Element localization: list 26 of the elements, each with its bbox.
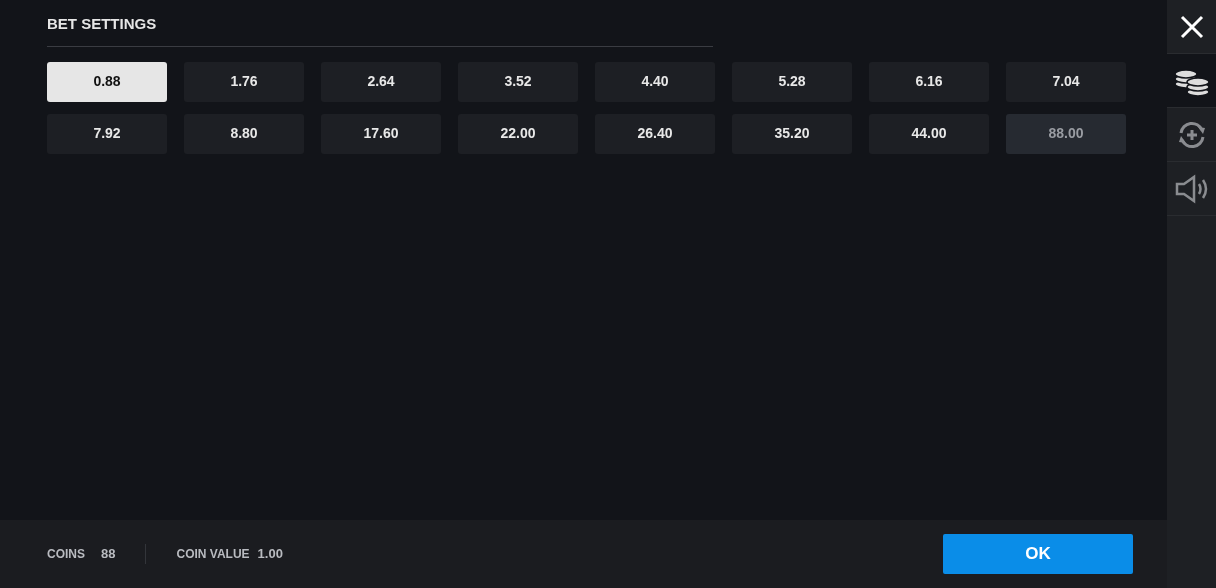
bet-option[interactable]: 3.52 [458, 61, 578, 102]
bet-option[interactable]: 35.20 [732, 113, 852, 154]
bet-option[interactable]: 5.28 [732, 61, 852, 102]
bet-option[interactable]: 7.92 [47, 113, 167, 154]
autoplay-tab[interactable] [1167, 108, 1216, 162]
close-icon [1179, 14, 1204, 39]
speaker-tab[interactable] [1167, 162, 1216, 216]
bet-option[interactable]: 2.64 [321, 61, 441, 102]
bet-option[interactable]: 26.40 [595, 113, 715, 154]
coin-value: 1.00 [257, 545, 283, 564]
coins-value: 88 [101, 545, 116, 564]
speaker-icon [1173, 173, 1210, 204]
bet-option[interactable]: 6.16 [869, 61, 989, 102]
bet-option[interactable]: 17.60 [321, 113, 441, 154]
close-button[interactable] [1167, 0, 1216, 54]
coin-value-label: COIN VALUE [176, 546, 250, 563]
section-title: BET SETTINGS [47, 14, 157, 34]
bet-option[interactable]: 1.76 [184, 61, 304, 102]
bet-option[interactable]: 8.80 [184, 113, 304, 154]
ok-button[interactable]: OK [943, 534, 1133, 574]
bet-option[interactable]: 7.04 [1006, 61, 1126, 102]
bet-option[interactable]: 0.88 [47, 61, 167, 102]
coins-label: COINS [47, 546, 85, 563]
bet-option[interactable]: 44.00 [869, 113, 989, 154]
bet-option[interactable]: 4.40 [595, 61, 715, 102]
bet-option[interactable]: 22.00 [458, 113, 578, 154]
